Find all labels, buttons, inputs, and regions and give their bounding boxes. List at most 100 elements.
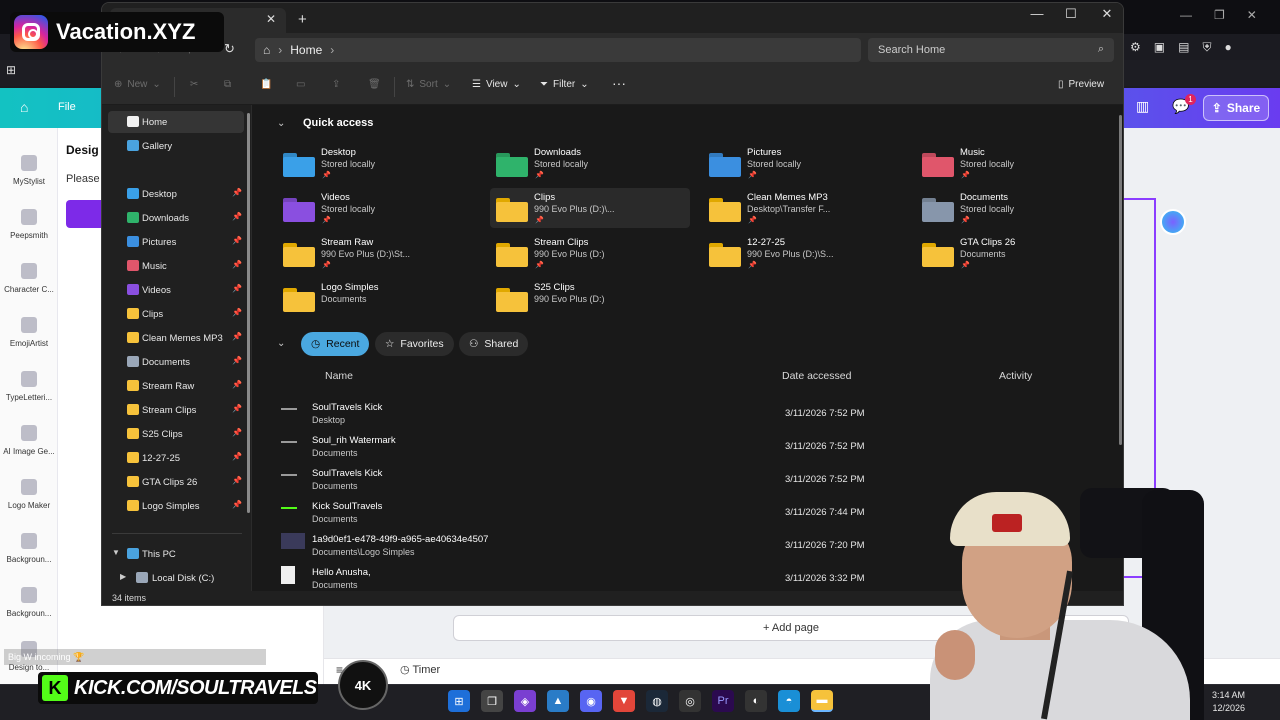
table-row[interactable]: SoulTravels Kick Desktop 3/11/2026 7:52 PM bbox=[275, 398, 1105, 431]
nav-item[interactable]: S25 Clips 📌 bbox=[108, 423, 244, 445]
nav-item[interactable]: Music 📌 bbox=[108, 255, 244, 277]
view-button[interactable]: ☰ View ⌄ bbox=[472, 79, 521, 90]
file-explorer-icon[interactable]: ▬ bbox=[811, 690, 833, 712]
nav-item[interactable]: Clips 📌 bbox=[108, 303, 244, 325]
column-header-activity[interactable]: Activity bbox=[999, 370, 1032, 382]
apps-grid-icon[interactable]: ⊞ bbox=[6, 63, 16, 77]
magic-assistant-icon[interactable] bbox=[1160, 209, 1186, 235]
nav-item[interactable]: Pictures 📌 bbox=[108, 231, 244, 253]
share-button[interactable]: ⇪ Share bbox=[1203, 95, 1269, 121]
restore-icon[interactable]: ❐ bbox=[1214, 8, 1225, 22]
sidebar-icon[interactable]: ▤ bbox=[1178, 40, 1189, 54]
close-icon[interactable]: ✕ bbox=[1092, 6, 1122, 22]
sidebar-app-item[interactable]: TypeLetteri... bbox=[2, 371, 56, 402]
content-scrollbar[interactable] bbox=[1119, 115, 1122, 445]
sidebar-app-item[interactable]: Peepsmith bbox=[2, 209, 56, 240]
column-header-name[interactable]: Name bbox=[325, 370, 353, 382]
extensions-icon[interactable]: ⚙ bbox=[1130, 40, 1141, 54]
minimize-icon[interactable]: — bbox=[1022, 6, 1052, 21]
sidebar-app-item[interactable]: Character C... bbox=[2, 263, 56, 294]
store-icon[interactable]: ◈ bbox=[514, 690, 536, 712]
nav-item[interactable]: Downloads 📌 bbox=[108, 207, 244, 229]
close-icon[interactable]: ✕ bbox=[1247, 8, 1257, 22]
new-tab-icon[interactable]: + bbox=[298, 11, 307, 28]
profile-icon[interactable]: ● bbox=[1224, 40, 1231, 54]
paste-icon[interactable]: 📋 bbox=[260, 79, 272, 90]
collapse-chevron-icon[interactable]: ⌄ bbox=[277, 118, 285, 129]
sidebar-app-item[interactable]: Backgroun... bbox=[2, 533, 56, 564]
discord-icon[interactable]: ◉ bbox=[580, 690, 602, 712]
edge-icon[interactable]: ◓ bbox=[778, 690, 800, 712]
nav-item[interactable]: Stream Clips 📌 bbox=[108, 399, 244, 421]
screenshot-icon[interactable]: ▣ bbox=[1154, 40, 1165, 54]
quick-access-item[interactable]: Stream Raw 990 Evo Plus (D:)\St... 📌 bbox=[277, 233, 477, 273]
quick-access-item[interactable]: Downloads Stored locally 📌 bbox=[490, 143, 690, 183]
tab-favorites[interactable]: ☆ Favorites bbox=[375, 332, 454, 356]
rename-icon[interactable]: ▭ bbox=[296, 79, 305, 90]
refresh-icon[interactable]: ↻ bbox=[224, 41, 235, 57]
steam-icon[interactable]: ◍ bbox=[646, 690, 668, 712]
more-options-button[interactable]: ··· bbox=[612, 75, 626, 91]
quick-access-item[interactable]: S25 Clips 990 Evo Plus (D:) bbox=[490, 278, 690, 318]
quick-access-item[interactable]: Documents Stored locally 📌 bbox=[916, 188, 1116, 228]
recorder-icon[interactable]: ◐ bbox=[745, 690, 767, 712]
nav-item[interactable]: GTA Clips 26 📌 bbox=[108, 471, 244, 493]
nav-item[interactable]: Clean Memes MP3 📌 bbox=[108, 327, 244, 349]
shield-icon[interactable]: ⛨ bbox=[1202, 40, 1211, 55]
quick-access-item[interactable]: Stream Clips 990 Evo Plus (D:) 📌 bbox=[490, 233, 690, 273]
home-icon[interactable]: ⌂ bbox=[20, 99, 28, 115]
nav-item[interactable]: Desktop 📌 bbox=[108, 183, 244, 205]
nav-scrollbar[interactable] bbox=[247, 113, 250, 513]
search-input[interactable]: Search Home ⌕ bbox=[868, 38, 1114, 62]
quick-access-item[interactable]: Pictures Stored locally 📌 bbox=[703, 143, 903, 183]
delete-icon[interactable]: 🗑 bbox=[368, 79, 381, 90]
share-icon[interactable]: ⇪ bbox=[332, 79, 340, 90]
new-button[interactable]: ⊕ New ⌄ bbox=[114, 79, 161, 90]
photos-icon[interactable]: ▲ bbox=[547, 690, 569, 712]
tab-recent[interactable]: ◷ Recent bbox=[301, 332, 370, 356]
quick-access-item[interactable]: Desktop Stored locally 📌 bbox=[277, 143, 477, 183]
copy-icon[interactable]: ⧉ bbox=[224, 79, 231, 90]
quick-access-item[interactable]: Clean Memes MP3 Desktop\Transfer F... 📌 bbox=[703, 188, 903, 228]
table-row[interactable]: Soul_rih Watermark Documents 3/11/2026 7:5… bbox=[275, 431, 1105, 464]
obs-icon[interactable]: ◎ bbox=[679, 690, 701, 712]
column-header-date[interactable]: Date accessed bbox=[782, 370, 851, 382]
nav-item[interactable]: 12-27-25 📌 bbox=[108, 447, 244, 469]
sidebar-app-item[interactable]: Backgroun... bbox=[2, 587, 56, 618]
address-box[interactable]: ⌂ › Home › bbox=[255, 38, 861, 62]
start-icon[interactable]: ⊞ bbox=[448, 690, 470, 712]
maximize-icon[interactable]: ☐ bbox=[1056, 6, 1086, 22]
cut-icon[interactable]: ✂ bbox=[190, 79, 198, 90]
nav-item[interactable]: Stream Raw 📌 bbox=[108, 375, 244, 397]
quick-access-item[interactable]: GTA Clips 26 Documents 📌 bbox=[916, 233, 1116, 273]
nav-this-pc[interactable]: ▼ This PC bbox=[108, 543, 244, 565]
collapse-chevron-icon[interactable]: ⌄ bbox=[277, 338, 285, 349]
sidebar-app-item[interactable]: EmojiArtist bbox=[2, 317, 56, 348]
nav-item[interactable]: Gallery bbox=[108, 135, 244, 157]
filter-button[interactable]: ⏷ Filter ⌄ bbox=[540, 79, 589, 90]
timer-button[interactable]: ◷ Timer bbox=[400, 663, 440, 676]
sort-button[interactable]: ⇅ Sort ⌄ bbox=[406, 79, 451, 90]
generate-button[interactable] bbox=[66, 200, 106, 228]
sidebar-app-item[interactable]: AI Image Ge... bbox=[2, 425, 56, 456]
premiere-icon[interactable]: Pr bbox=[712, 690, 734, 712]
sidebar-app-item[interactable]: Logo Maker bbox=[2, 479, 56, 510]
quick-access-item[interactable]: 12-27-25 990 Evo Plus (D:)\S... 📌 bbox=[703, 233, 903, 273]
minimize-icon[interactable]: — bbox=[1180, 8, 1192, 22]
quick-access-item[interactable]: Clips 990 Evo Plus (D:)\... 📌 bbox=[490, 188, 690, 228]
file-menu[interactable]: File bbox=[58, 101, 76, 113]
nav-item[interactable]: Videos 📌 bbox=[108, 279, 244, 301]
insights-icon[interactable]: ▥ bbox=[1136, 98, 1154, 116]
tab-shared[interactable]: ⚇ Shared bbox=[459, 332, 529, 356]
breadcrumb-chevron-icon[interactable]: › bbox=[330, 43, 334, 57]
breadcrumb-home[interactable]: Home bbox=[290, 43, 322, 57]
nav-item[interactable]: Home bbox=[108, 111, 244, 133]
nav-item[interactable]: Logo Simples 📌 bbox=[108, 495, 244, 517]
tab-close-icon[interactable]: ✕ bbox=[266, 12, 276, 26]
quick-access-item[interactable]: Videos Stored locally 📌 bbox=[277, 188, 477, 228]
nav-item[interactable]: Documents 📌 bbox=[108, 351, 244, 373]
nav-local-disk[interactable]: ▶ Local Disk (C:) bbox=[108, 567, 244, 589]
brave-icon[interactable]: ▼ bbox=[613, 690, 635, 712]
preview-button[interactable]: ▯ Preview bbox=[1058, 79, 1104, 90]
quick-access-item[interactable]: Logo Simples Documents bbox=[277, 278, 477, 318]
